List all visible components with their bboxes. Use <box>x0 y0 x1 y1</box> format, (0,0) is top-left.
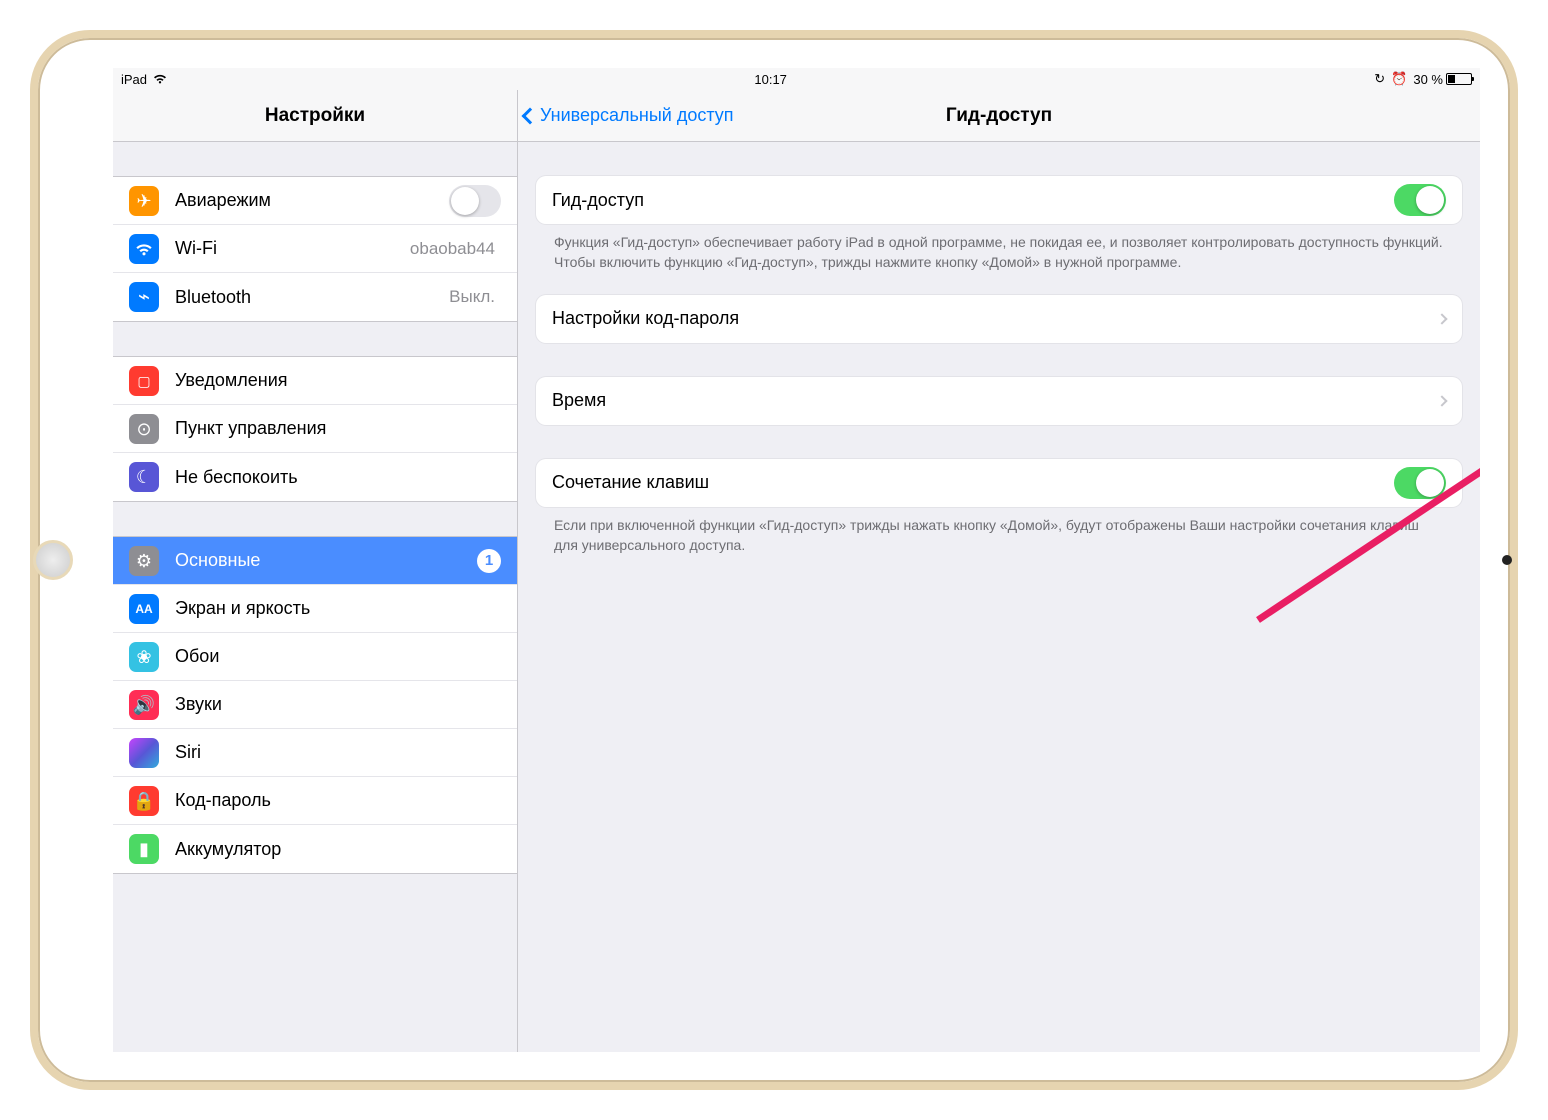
sidebar-item-control-center[interactable]: ⊙ Пункт управления <box>113 405 517 453</box>
rotation-lock-icon: ↻ <box>1374 71 1385 87</box>
sidebar-item-label: Код-пароль <box>175 790 501 811</box>
battery-icon: ▮ <box>129 834 159 864</box>
sidebar-item-label: Обои <box>175 646 501 667</box>
row-passcode-settings[interactable]: Настройки код-пароля <box>536 295 1462 343</box>
detail-group-shortcut: Сочетание клавиш <box>536 459 1462 507</box>
camera-dot <box>1502 555 1512 565</box>
sidebar-title: Настройки <box>265 105 365 127</box>
ipad-frame: iPad 10:17 ↻ ⏰ 30 % Настройки <box>30 30 1518 1090</box>
display-icon: AA <box>129 594 159 624</box>
sidebar-item-battery[interactable]: ▮ Аккумулятор <box>113 825 517 873</box>
siri-icon <box>129 738 159 768</box>
wifi-value: obaobab44 <box>410 239 495 259</box>
alarm-icon: ⏰ <box>1391 71 1407 87</box>
shortcut-toggle[interactable] <box>1394 467 1446 499</box>
sidebar-item-notifications[interactable]: ▢ Уведомления <box>113 357 517 405</box>
general-badge: 1 <box>477 549 501 573</box>
battery-icon <box>1446 73 1472 85</box>
detail-group-time: Время <box>536 377 1462 425</box>
sidebar-item-label: Bluetooth <box>175 287 449 308</box>
chevron-right-icon <box>1436 395 1447 406</box>
sidebar-item-label: Аккумулятор <box>175 839 501 860</box>
status-left: iPad <box>121 72 167 87</box>
sidebar-group-network: ✈ Авиарежим Wi-Fi obaobab44 ⌁ Bluetooth … <box>113 176 517 322</box>
lock-icon: 🔒 <box>129 786 159 816</box>
sidebar-group-alerts: ▢ Уведомления ⊙ Пункт управления ☾ Не бе… <box>113 356 517 502</box>
sidebar-item-bluetooth[interactable]: ⌁ Bluetooth Выкл. <box>113 273 517 321</box>
sidebar-item-display[interactable]: AA Экран и яркость <box>113 585 517 633</box>
chevron-right-icon <box>1436 313 1447 324</box>
sidebar-item-label: Авиарежим <box>175 190 449 211</box>
dnd-icon: ☾ <box>129 462 159 492</box>
row-accessibility-shortcut[interactable]: Сочетание клавиш <box>536 459 1462 507</box>
detail-group-guided: Гид-доступ <box>536 176 1462 224</box>
sidebar-item-dnd[interactable]: ☾ Не беспокоить <box>113 453 517 501</box>
sidebar-item-label: Экран и яркость <box>175 598 501 619</box>
sidebar-group-general: ⚙ Основные 1 AA Экран и яркость ❀ Обои 🔊 <box>113 536 517 874</box>
sidebar-item-label: Пункт управления <box>175 418 501 439</box>
guided-access-label: Гид-доступ <box>552 190 1394 211</box>
sounds-icon: 🔊 <box>129 690 159 720</box>
clock: 10:17 <box>754 72 787 87</box>
status-bar: iPad 10:17 ↻ ⏰ 30 % <box>113 68 1480 90</box>
sidebar-item-label: Основные <box>175 550 477 571</box>
detail-group-passcode: Настройки код-пароля <box>536 295 1462 343</box>
sidebar-navbar: Настройки <box>113 90 517 142</box>
time-label: Время <box>552 390 1438 411</box>
battery-percent: 30 % <box>1413 72 1443 87</box>
detail-title: Гид-доступ <box>946 105 1052 127</box>
guided-access-toggle[interactable] <box>1394 184 1446 216</box>
passcode-label: Настройки код-пароля <box>552 308 1438 329</box>
sidebar-item-label: Siri <box>175 742 501 763</box>
airplane-toggle[interactable] <box>449 185 501 217</box>
detail-navbar: Универсальный доступ Гид-доступ <box>518 90 1480 142</box>
screen: iPad 10:17 ↻ ⏰ 30 % Настройки <box>113 68 1480 1052</box>
device-label: iPad <box>121 72 147 87</box>
notifications-icon: ▢ <box>129 366 159 396</box>
sidebar-item-label: Wi-Fi <box>175 238 410 259</box>
wifi-icon <box>153 72 167 87</box>
sidebar-item-wallpaper[interactable]: ❀ Обои <box>113 633 517 681</box>
sidebar-item-siri[interactable]: Siri <box>113 729 517 777</box>
airplane-icon: ✈ <box>129 186 159 216</box>
sidebar-item-label: Не беспокоить <box>175 467 501 488</box>
shortcut-footnote: Если при включенной функции «Гид-доступ»… <box>536 507 1462 556</box>
wallpaper-icon: ❀ <box>129 642 159 672</box>
sidebar-item-airplane[interactable]: ✈ Авиарежим <box>113 177 517 225</box>
row-guided-access[interactable]: Гид-доступ <box>536 176 1462 224</box>
bluetooth-icon: ⌁ <box>129 282 159 312</box>
back-button[interactable]: Универсальный доступ <box>524 90 734 141</box>
wifi-icon <box>129 234 159 264</box>
control-center-icon: ⊙ <box>129 414 159 444</box>
detail-pane: Универсальный доступ Гид-доступ Гид-дост… <box>518 90 1480 1052</box>
gear-icon: ⚙ <box>129 546 159 576</box>
sidebar-item-sounds[interactable]: 🔊 Звуки <box>113 681 517 729</box>
back-label: Универсальный доступ <box>540 105 734 126</box>
guided-access-footnote: Функция «Гид-доступ» обеспечивает работу… <box>536 224 1462 273</box>
sidebar-item-passcode[interactable]: 🔒 Код-пароль <box>113 777 517 825</box>
home-button[interactable] <box>33 540 73 580</box>
settings-sidebar: Настройки ✈ Авиарежим Wi-Fi obaobab44 <box>113 90 518 1052</box>
sidebar-item-label: Уведомления <box>175 370 501 391</box>
bluetooth-value: Выкл. <box>449 287 495 307</box>
status-right: ↻ ⏰ 30 % <box>1374 71 1472 87</box>
shortcut-label: Сочетание клавиш <box>552 472 1394 493</box>
sidebar-item-label: Звуки <box>175 694 501 715</box>
sidebar-item-wifi[interactable]: Wi-Fi obaobab44 <box>113 225 517 273</box>
row-time-limits[interactable]: Время <box>536 377 1462 425</box>
chevron-left-icon <box>522 107 539 124</box>
sidebar-item-general[interactable]: ⚙ Основные 1 <box>113 537 517 585</box>
